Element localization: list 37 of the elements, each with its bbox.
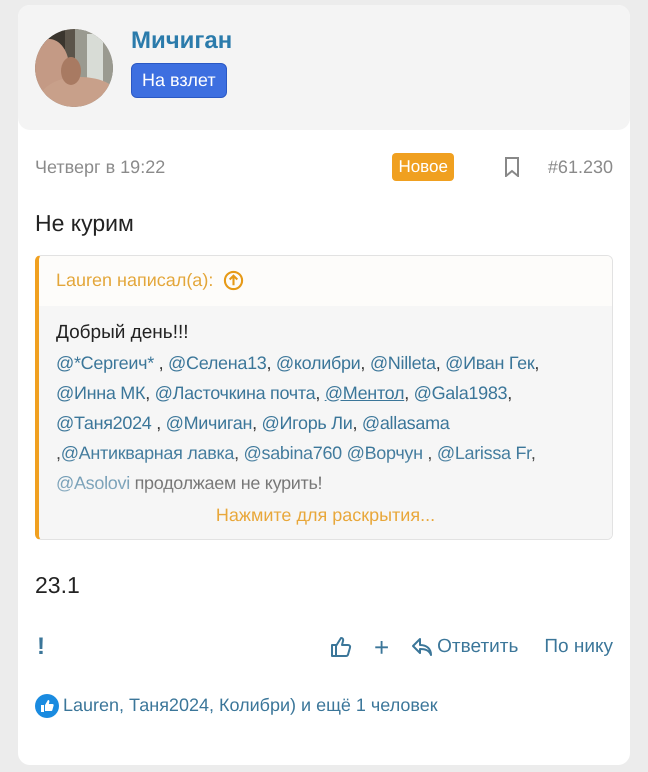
- mention-link[interactable]: @Larissa Fr: [436, 442, 531, 462]
- mention-link[interactable]: @Иван Гек: [445, 352, 534, 372]
- like-icon: [35, 694, 59, 718]
- mention-link[interactable]: @Таня2024: [56, 412, 152, 432]
- mention-link[interactable]: @Селена13: [168, 352, 267, 372]
- user-title-badge: На взлет: [131, 63, 227, 98]
- mention-link[interactable]: @*Сергеич*: [56, 352, 154, 372]
- post-title: Не курим: [35, 209, 134, 238]
- post-text: 23.1: [35, 570, 80, 600]
- post-number[interactable]: #61.230: [548, 154, 613, 180]
- mention-link[interactable]: @Игорь Ли: [262, 412, 352, 432]
- reactions-list[interactable]: Lauren, Таня2024, Колибри) и ещё 1 человек: [63, 692, 438, 719]
- reply-icon: [411, 637, 434, 657]
- mention-link[interactable]: @колибри: [276, 352, 360, 372]
- quote-by-nick-link[interactable]: По нику: [544, 632, 613, 662]
- add-reaction-button[interactable]: +: [374, 634, 390, 660]
- report-link[interactable]: !: [35, 629, 45, 665]
- mention-link[interactable]: @Ласточкина почта: [154, 382, 316, 402]
- mention-link[interactable]: @Gala1983: [414, 382, 508, 402]
- post-date[interactable]: Четверг в 19:22: [35, 154, 166, 180]
- mention-link[interactable]: @Ментол: [324, 382, 404, 402]
- mention-link[interactable]: @Ворчун: [346, 442, 423, 462]
- thumbs-up-icon[interactable]: [330, 636, 352, 658]
- mention-link[interactable]: @allasama: [362, 412, 450, 432]
- author-name[interactable]: Мичиган: [131, 23, 232, 59]
- mention-link[interactable]: @Мичиган: [166, 412, 252, 432]
- new-badge: Новое: [392, 153, 454, 181]
- mention-link[interactable]: @Asolovi: [56, 472, 130, 492]
- bookmark-icon[interactable]: [504, 157, 520, 177]
- quote-greeting: Добрый день!!!: [56, 320, 190, 344]
- mention-link[interactable]: @sabina760: [244, 442, 347, 462]
- mention-link[interactable]: @Nilleta: [370, 352, 436, 372]
- arrow-up-circle-icon[interactable]: [223, 270, 244, 291]
- reply-button[interactable]: Ответить: [411, 632, 518, 662]
- mention-link[interactable]: @Антикварная лавка: [60, 442, 234, 462]
- quote-text: @*Сергеич* , @Селена13, @колибри, @Nilleta, @Иван Гек, @Инна МК, @Ласточкина почта, @Ментол, @Gala1983, @Таня2024 , @Мичиган, @Игорь Ли, @allasama ,@Антикварная лавка, @sabina760 @Ворчун , @Larissa Fr, @Asolovi продолжаем не курить!: [56, 352, 540, 495]
- mention-link[interactable]: @Инна МК: [56, 382, 146, 402]
